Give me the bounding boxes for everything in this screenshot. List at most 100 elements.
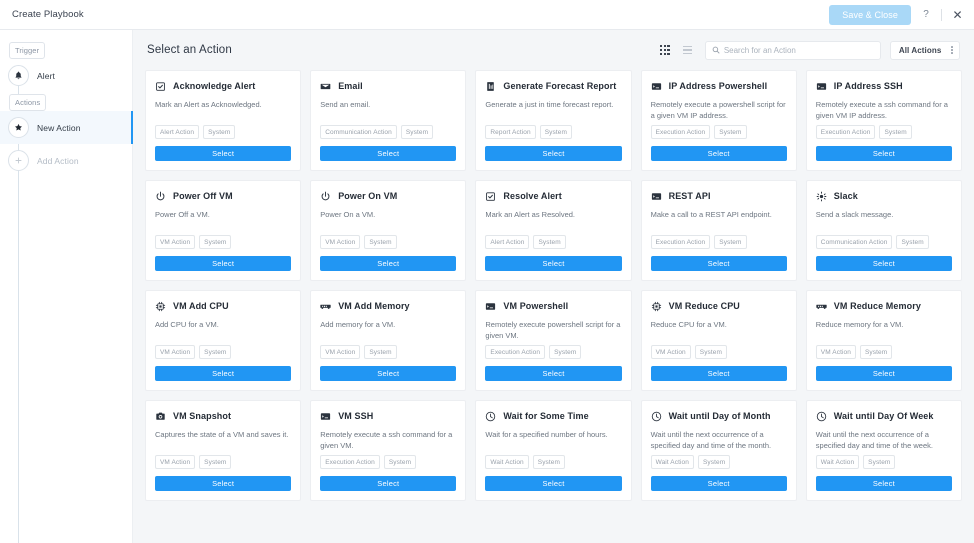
select-action-button[interactable]: Select: [816, 476, 952, 491]
grid-view-icon[interactable]: [657, 42, 673, 58]
action-card[interactable]: Generate Forecast Report Generate a just…: [475, 70, 631, 171]
select-action-button[interactable]: Select: [485, 146, 621, 161]
action-card-title: VM Add Memory: [338, 302, 409, 312]
action-card[interactable]: VM Reduce CPU Reduce CPU for a VM. VM Ac…: [641, 290, 797, 391]
action-card-description: Mark an Alert as Acknowledged.: [155, 100, 291, 125]
action-card[interactable]: Email Send an email. Communication Actio…: [310, 70, 466, 171]
action-tag: System: [384, 455, 416, 469]
action-card-tags: Communication ActionSystem: [320, 125, 456, 139]
action-card[interactable]: Power Off VM Power Off a VM. VM ActionSy…: [145, 180, 301, 281]
action-card-header: Acknowledge Alert: [155, 81, 291, 92]
search-box[interactable]: [705, 41, 881, 60]
action-tag: Communication Action: [320, 125, 397, 139]
window-titlebar: Create Playbook Save & Close ? ✕: [0, 0, 974, 30]
select-action-button[interactable]: Select: [816, 146, 952, 161]
action-card-description: Add CPU for a VM.: [155, 320, 291, 345]
action-tag: System: [896, 235, 928, 249]
sidebar-item-add-action[interactable]: Add Action: [0, 144, 132, 177]
sidebar-item-new-action[interactable]: New Action: [0, 111, 132, 144]
action-card-description: Send a slack message.: [816, 210, 952, 235]
select-action-button[interactable]: Select: [651, 146, 787, 161]
report-icon: [485, 81, 496, 92]
action-card[interactable]: Wait for Some Time Wait for a specified …: [475, 400, 631, 501]
action-card-title: VM Powershell: [503, 302, 568, 312]
titlebar-actions: Save & Close ? ✕: [829, 5, 964, 25]
select-action-button[interactable]: Select: [320, 476, 456, 491]
action-card-description: Mark an Alert as Resolved.: [485, 210, 621, 235]
select-action-button[interactable]: Select: [155, 146, 291, 161]
clock-icon: [816, 411, 827, 422]
action-picker-header: Select an Action: [145, 30, 962, 70]
select-action-button[interactable]: Select: [651, 256, 787, 271]
action-card[interactable]: VM Add Memory Add memory for a VM. VM Ac…: [310, 290, 466, 391]
action-card-grid: Acknowledge Alert Mark an Alert as Ackno…: [145, 70, 962, 543]
select-action-button[interactable]: Select: [320, 366, 456, 381]
list-view-icon[interactable]: [680, 42, 696, 58]
plus-icon: [8, 150, 29, 171]
sidebar-item-alert[interactable]: Alert: [0, 59, 132, 92]
action-card[interactable]: IP Address Powershell Remotely execute a…: [641, 70, 797, 171]
action-tag: System: [549, 345, 581, 359]
action-card-tags: Wait ActionSystem: [485, 455, 621, 469]
save-and-close-button[interactable]: Save & Close: [829, 5, 911, 25]
sidebar-item-label: Add Action: [37, 156, 79, 166]
action-tag: System: [714, 125, 746, 139]
playbook-steps-sidebar: Trigger Alert Actions New Action: [0, 30, 133, 543]
action-card-description: Remotely execute powershell script for a…: [485, 320, 621, 345]
action-card-title: VM SSH: [338, 412, 373, 422]
action-tag: System: [199, 455, 231, 469]
action-tag: VM Action: [651, 345, 691, 359]
select-action-button[interactable]: Select: [155, 476, 291, 491]
action-tag: Execution Action: [816, 125, 876, 139]
select-action-button[interactable]: Select: [320, 256, 456, 271]
action-card[interactable]: REST API Make a call to a REST API endpo…: [641, 180, 797, 281]
select-action-button[interactable]: Select: [320, 146, 456, 161]
action-tag: Wait Action: [485, 455, 528, 469]
terminal-icon: [816, 81, 827, 92]
action-card[interactable]: Resolve Alert Mark an Alert as Resolved.…: [475, 180, 631, 281]
action-tag: System: [863, 455, 895, 469]
action-card-title: Acknowledge Alert: [173, 82, 255, 92]
envelope-icon: [320, 81, 331, 92]
sidebar-trigger-chip: Trigger: [9, 42, 45, 59]
select-action-button[interactable]: Select: [651, 366, 787, 381]
action-card[interactable]: Acknowledge Alert Mark an Alert as Ackno…: [145, 70, 301, 171]
action-card-title: VM Add CPU: [173, 302, 229, 312]
help-icon[interactable]: ?: [920, 9, 932, 20]
titlebar-divider: [941, 9, 942, 21]
select-action-button[interactable]: Select: [485, 476, 621, 491]
action-tag: System: [199, 345, 231, 359]
select-action-button[interactable]: Select: [155, 366, 291, 381]
search-input[interactable]: [724, 46, 874, 55]
close-icon[interactable]: ✕: [951, 9, 964, 21]
action-card[interactable]: VM Powershell Remotely execute powershel…: [475, 290, 631, 391]
select-action-button[interactable]: Select: [651, 476, 787, 491]
action-card[interactable]: Wait until Day Of Week Wait until the ne…: [806, 400, 962, 501]
action-card-tags: Alert ActionSystem: [485, 235, 621, 249]
action-card[interactable]: VM Add CPU Add CPU for a VM. VM ActionSy…: [145, 290, 301, 391]
action-card-title: VM Reduce CPU: [669, 302, 740, 312]
action-filter-dropdown[interactable]: All Actions: [890, 41, 960, 60]
select-action-button[interactable]: Select: [485, 256, 621, 271]
action-card[interactable]: Slack Send a slack message. Communicatio…: [806, 180, 962, 281]
action-tag: Alert Action: [155, 125, 199, 139]
action-card[interactable]: VM SSH Remotely execute a ssh command fo…: [310, 400, 466, 501]
action-card[interactable]: VM Reduce Memory Reduce memory for a VM.…: [806, 290, 962, 391]
action-tag: System: [879, 125, 911, 139]
action-card[interactable]: Power On VM Power On a VM. VM ActionSyst…: [310, 180, 466, 281]
action-tag: Wait Action: [816, 455, 859, 469]
action-card-title: IP Address Powershell: [669, 82, 768, 92]
select-action-button[interactable]: Select: [816, 256, 952, 271]
action-tag: Wait Action: [651, 455, 694, 469]
action-card[interactable]: Wait until Day of Month Wait until the n…: [641, 400, 797, 501]
kebab-menu-icon[interactable]: [951, 46, 953, 53]
select-action-button[interactable]: Select: [485, 366, 621, 381]
action-card[interactable]: VM Snapshot Captures the state of a VM a…: [145, 400, 301, 501]
action-card-header: VM Powershell: [485, 301, 621, 312]
action-card[interactable]: IP Address SSH Remotely execute a ssh co…: [806, 70, 962, 171]
action-picker-toolbar: All Actions: [657, 41, 960, 60]
action-card-tags: Report ActionSystem: [485, 125, 621, 139]
select-action-button[interactable]: Select: [155, 256, 291, 271]
star-icon: [8, 117, 29, 138]
select-action-button[interactable]: Select: [816, 366, 952, 381]
